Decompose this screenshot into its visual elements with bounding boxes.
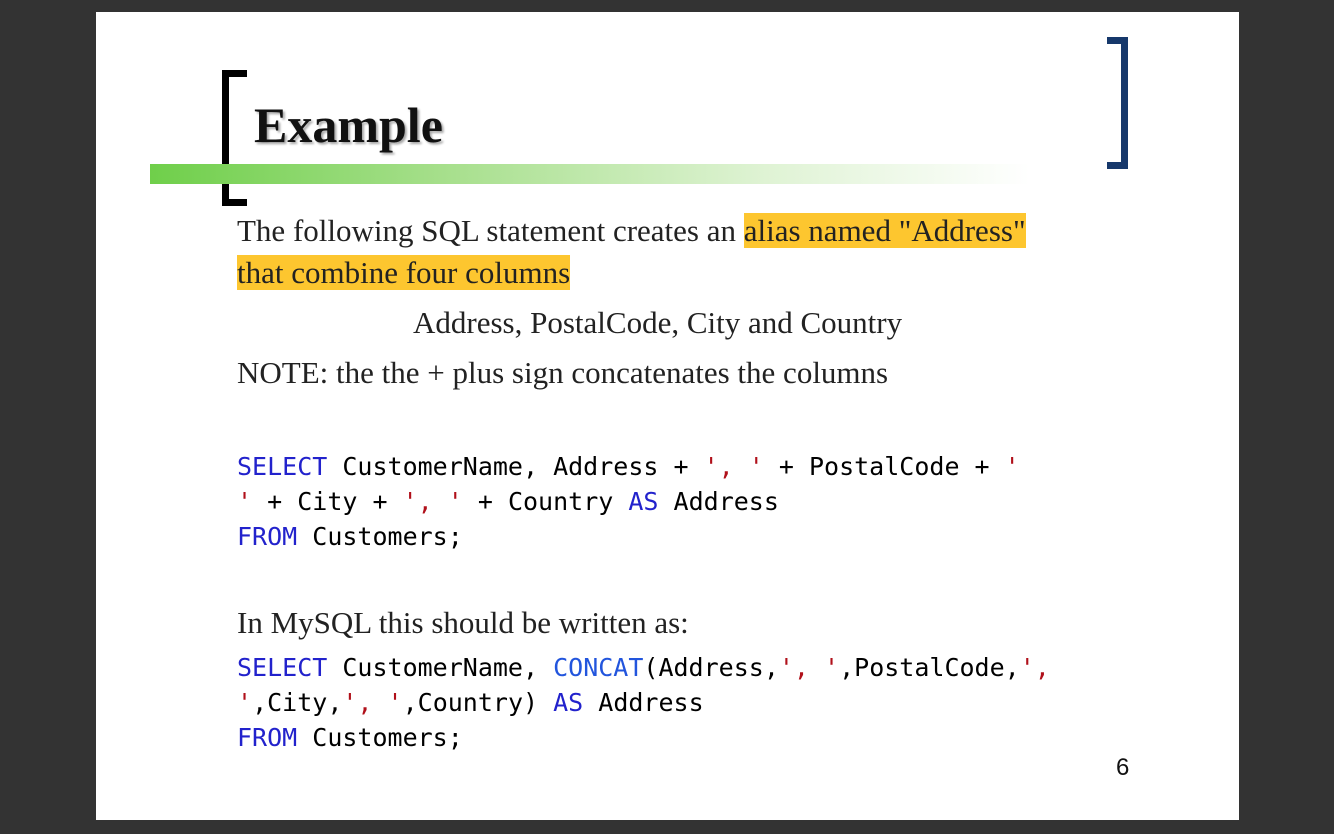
code-string: ', ' — [703, 452, 764, 481]
code-text: Customers; — [297, 723, 463, 752]
code-text: Address — [658, 487, 779, 516]
code-line: SELECT CustomerName, CONCAT(Address,', '… — [237, 653, 1050, 682]
code-text: (Address, — [643, 653, 779, 682]
slide: Example The following SQL statement crea… — [96, 12, 1239, 820]
code-text: CustomerName, — [327, 653, 554, 682]
code-text: CustomerName, Address + — [327, 452, 704, 481]
intro-line-2: that combine four columns — [237, 252, 571, 294]
code-keyword: FROM — [237, 522, 298, 551]
intro-line-1: The following SQL statement creates an a… — [237, 210, 1026, 252]
code-line: SELECT CustomerName, Address + ', ' + Po… — [237, 452, 1020, 481]
code-string: ', ' — [402, 487, 463, 516]
code-block-1: SELECT CustomerName, Address + ', ' + Po… — [237, 449, 1020, 554]
code-text: + Country — [462, 487, 629, 516]
code-line: ',City,', ',Country) AS Address — [237, 688, 704, 717]
code-text: Address — [583, 688, 704, 717]
note-line: NOTE: the the + plus sign concatenates t… — [237, 355, 889, 390]
columns-line: Address, PostalCode, City and Country — [413, 305, 903, 340]
code-line: FROM Customers; — [237, 522, 463, 551]
code-text: ,City, — [252, 688, 343, 717]
right-bracket-decoration — [1107, 37, 1128, 169]
code-keyword: AS — [553, 688, 584, 717]
code-function: CONCAT — [553, 653, 644, 682]
intro-text: The following SQL statement creates an — [237, 213, 744, 248]
intro-highlight-2: that combine four columns — [237, 255, 571, 290]
mysql-intro: In MySQL this should be written as: — [237, 605, 689, 640]
code-keyword: AS — [628, 487, 659, 516]
intro-highlight-1: alias named "Address" — [743, 213, 1026, 248]
code-line: FROM Customers; — [237, 723, 463, 752]
code-keyword: FROM — [237, 723, 298, 752]
left-bracket-decoration — [222, 70, 247, 206]
code-text: Customers; — [297, 522, 463, 551]
code-text: ,PostalCode, — [839, 653, 1020, 682]
code-string: ', ' — [778, 653, 840, 682]
code-string: ', — [1019, 653, 1050, 682]
code-text: ,Country) — [402, 688, 554, 717]
code-text: + City + — [252, 487, 403, 516]
code-string: ' — [237, 487, 253, 516]
code-block-2: SELECT CustomerName, CONCAT(Address,', '… — [237, 650, 1050, 755]
page-number: 6 — [1116, 754, 1130, 781]
code-string: ', ' — [342, 688, 403, 717]
code-string: ' — [237, 688, 253, 717]
code-keyword: SELECT — [237, 653, 328, 682]
code-line: ' + City + ', ' + Country AS Address — [237, 487, 779, 516]
slide-title: Example — [254, 97, 443, 153]
title-gradient-bar — [150, 164, 1030, 184]
code-keyword: SELECT — [237, 452, 328, 481]
code-text: + PostalCode + — [763, 452, 1005, 481]
code-string: ' — [1004, 452, 1020, 481]
